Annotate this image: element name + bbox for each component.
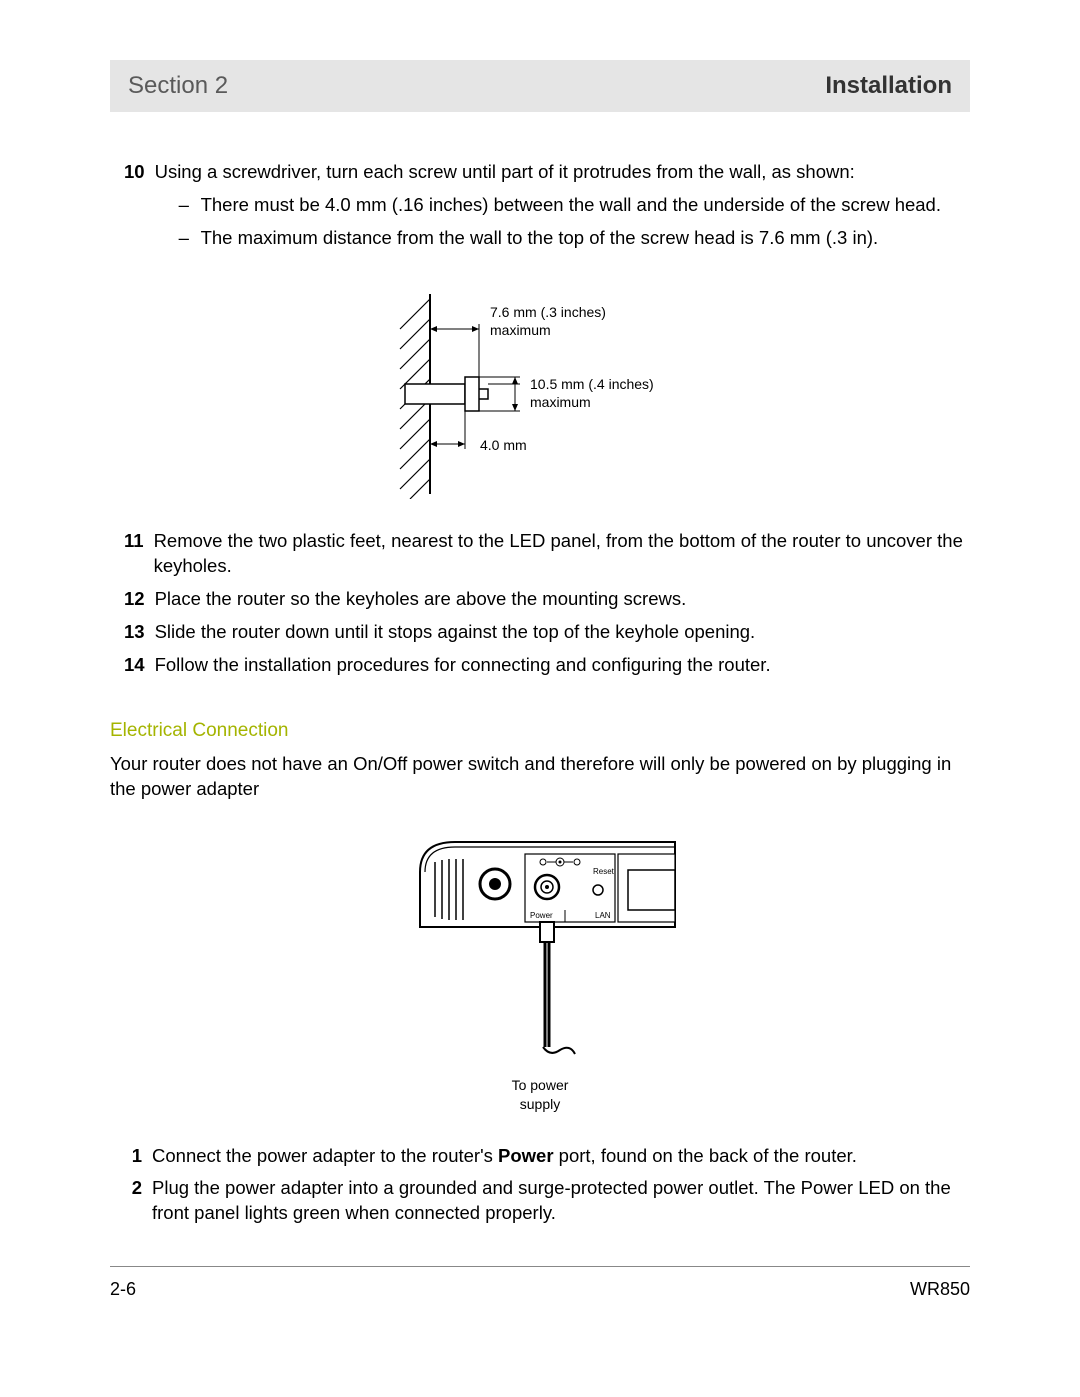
elec-step-2: 2 Plug the power adapter into a grounded… <box>124 1176 970 1226</box>
electrical-para: Your router does not have an On/Off powe… <box>110 752 970 802</box>
step-13: 13 Slide the router down until it stops … <box>124 620 970 645</box>
dash: – <box>179 193 201 218</box>
fig1-label-top: 7.6 mm (.3 inches) maximum <box>490 303 640 339</box>
step-text: Remove the two plastic feet, nearest to … <box>154 529 970 579</box>
elec-step-1: 1 Connect the power adapter to the route… <box>124 1144 970 1169</box>
page-title: Installation <box>825 70 952 102</box>
sub-text: The maximum distance from the wall to th… <box>201 226 879 251</box>
dash: – <box>179 226 201 251</box>
step-12: 12 Place the router so the keyholes are … <box>124 587 970 612</box>
electrical-connection-heading: Electrical Connection <box>110 718 970 744</box>
text-post: port, found on the back of the router. <box>554 1145 857 1166</box>
section-label: Section 2 <box>128 70 228 102</box>
fig1-label-bot: 4.0 mm <box>480 436 580 454</box>
sublist: – There must be 4.0 mm (.16 inches) betw… <box>179 193 970 251</box>
step-number: 2 <box>124 1176 152 1226</box>
step-text: Plug the power adapter into a grounded a… <box>152 1176 970 1226</box>
step-number: 12 <box>124 587 155 612</box>
fig2-caption: To power supply <box>512 1076 569 1114</box>
step-text: Follow the installation procedures for c… <box>155 653 970 678</box>
step-text: Using a screwdriver, turn each screw unt… <box>155 160 970 259</box>
reset-label: Reset <box>593 867 615 876</box>
sub-item: – The maximum distance from the wall to … <box>179 226 970 251</box>
step-text: Place the router so the keyholes are abo… <box>155 587 970 612</box>
step-number: 1 <box>124 1144 152 1169</box>
screw-diagram: 7.6 mm (.3 inches) maximum 10.5 mm (.4 i… <box>110 289 970 499</box>
fig1-label-mid: 10.5 mm (.4 inches) maximum <box>530 375 690 411</box>
step-14: 14 Follow the installation procedures fo… <box>124 653 970 678</box>
step-text-content: Using a screwdriver, turn each screw unt… <box>155 161 855 182</box>
step-number: 14 <box>124 653 155 678</box>
step-text: Connect the power adapter to the router'… <box>152 1144 970 1169</box>
router-power-diagram: Reset Power LAN To power supply <box>110 832 970 1114</box>
sub-text: There must be 4.0 mm (.16 inches) betwee… <box>201 193 941 218</box>
step-11: 11 Remove the two plastic feet, nearest … <box>124 529 970 579</box>
model-number: WR850 <box>910 1277 970 1301</box>
text-bold: Power <box>498 1145 554 1166</box>
fig2-caption-line1: To power <box>512 1076 569 1095</box>
step-number: 11 <box>124 529 154 579</box>
page-header: Section 2 Installation <box>110 60 970 112</box>
text-pre: Connect the power adapter to the router'… <box>152 1145 498 1166</box>
step-number: 13 <box>124 620 155 645</box>
power-label: Power <box>530 911 553 920</box>
step-number: 10 <box>124 160 155 259</box>
page-number: 2-6 <box>110 1277 136 1301</box>
step-10: 10 Using a screwdriver, turn each screw … <box>124 160 970 259</box>
fig2-caption-line2: supply <box>512 1095 569 1114</box>
lan-label: LAN <box>595 911 611 920</box>
step-text: Slide the router down until it stops aga… <box>155 620 970 645</box>
page-footer: 2-6 WR850 <box>110 1266 970 1301</box>
sub-item: – There must be 4.0 mm (.16 inches) betw… <box>179 193 970 218</box>
